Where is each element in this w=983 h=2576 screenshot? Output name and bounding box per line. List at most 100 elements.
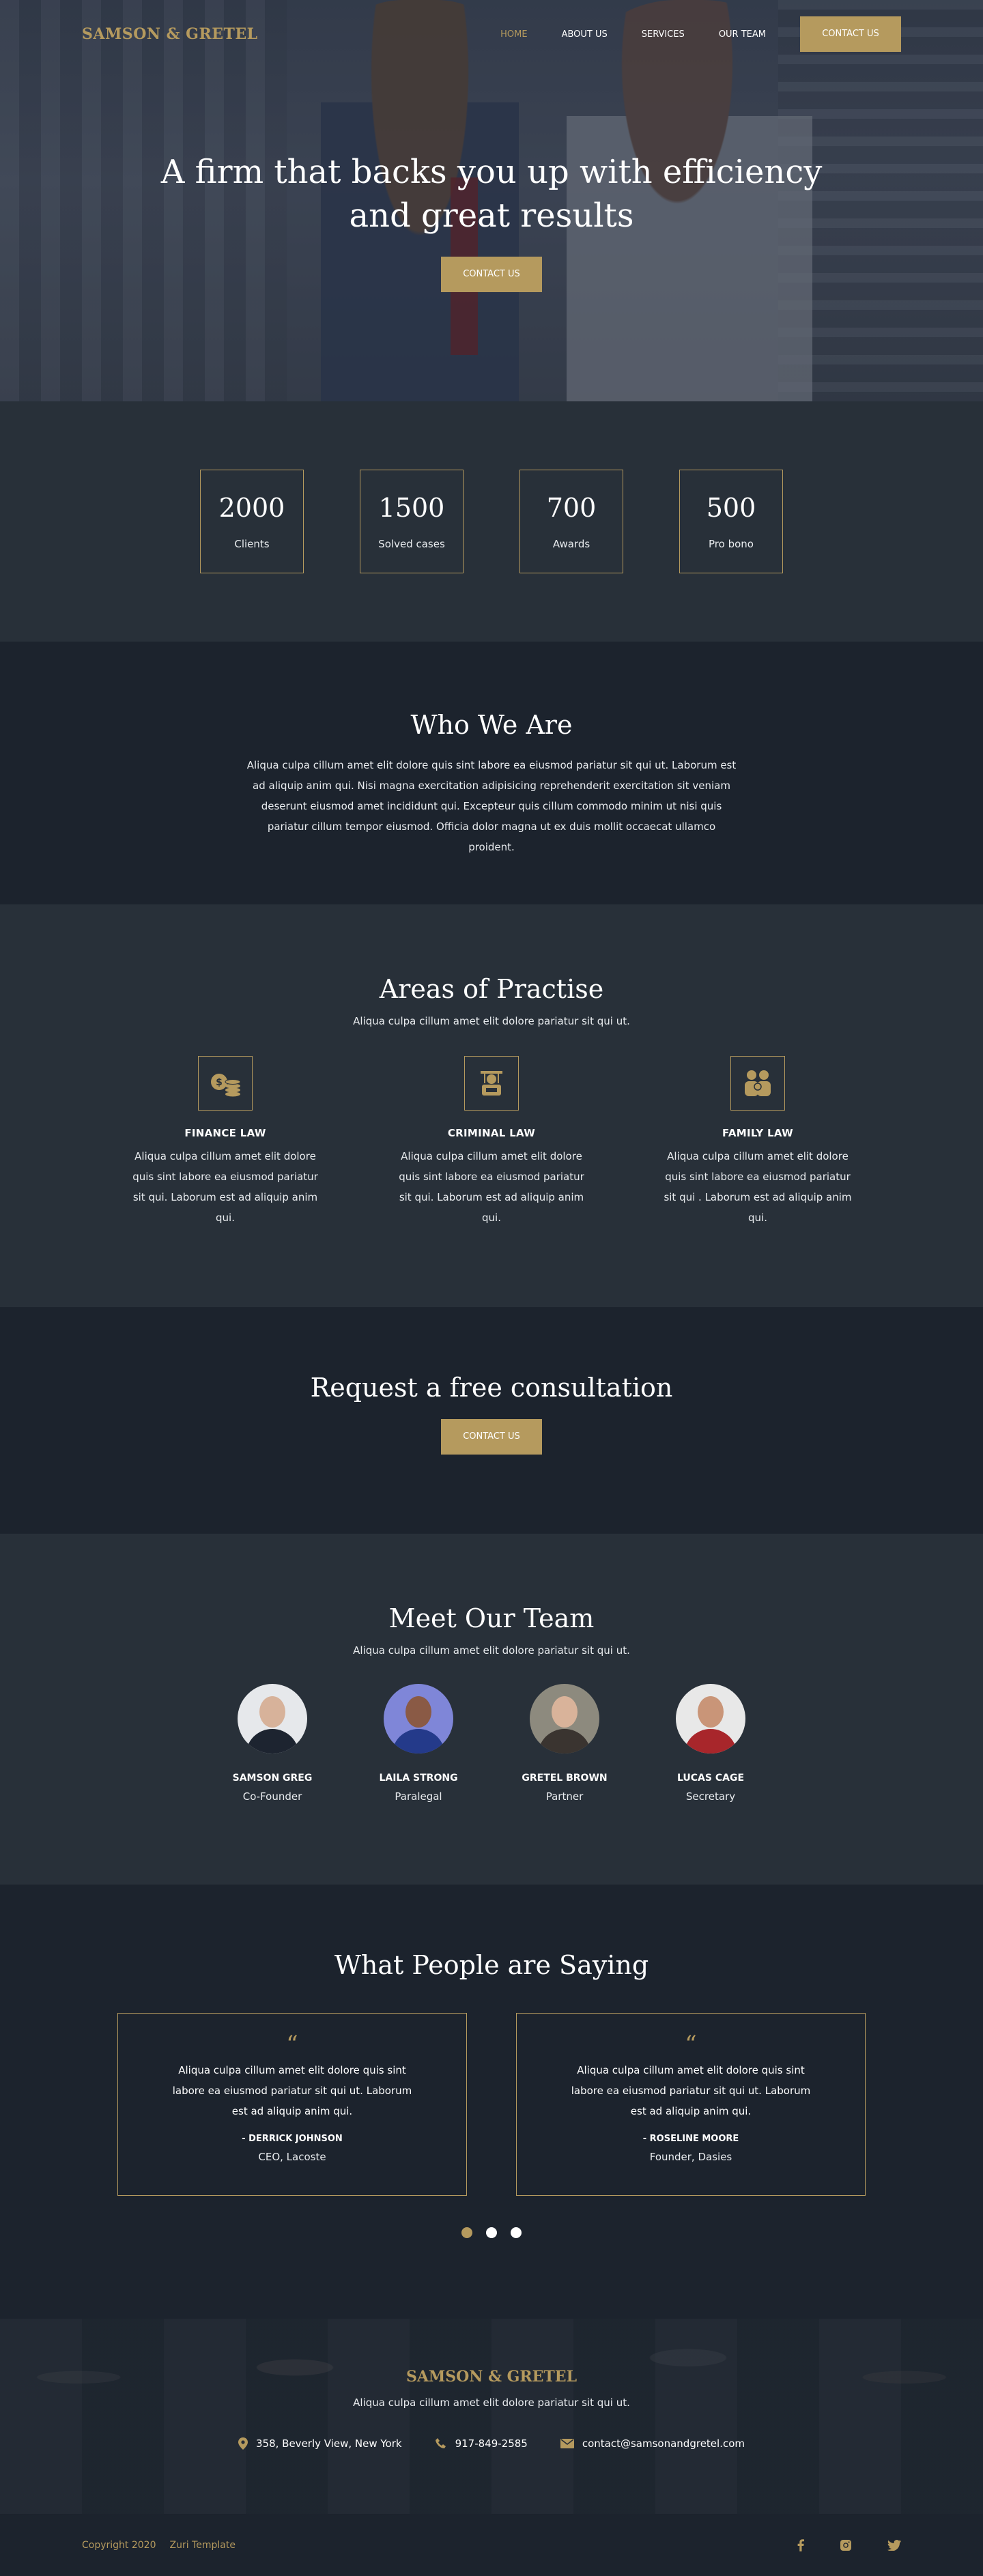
areas-subtitle: Aliqua culpa cillum amet elit dolore par… [353,1015,630,1027]
criminal-icon [464,1056,519,1111]
family-icon [730,1056,785,1111]
who-we-are-text: Aliqua culpa cillum amet elit dolore qui… [246,759,737,853]
testimonials-carousel: “ Aliqua culpa cillum amet elit dolore q… [0,2013,983,2196]
consultation-contact-button[interactable]: CONTACT US [441,1419,542,1455]
who-we-are-section: Who We Are Aliqua culpa cillum amet elit… [0,642,983,904]
carousel-dot-1[interactable] [461,2227,472,2238]
phone-text: 917-849-2585 [455,2437,528,2450]
coins-icon: $ [198,1056,253,1111]
team-grid: SAMSON GREG Co-Founder LAILA STRONG Para… [0,1684,983,1803]
copyright-text: Copyright 2020 [82,2539,156,2551]
instagram-icon[interactable] [840,2539,852,2551]
email-text: contact@samsonandgretel.com [582,2437,745,2450]
template-link[interactable]: Zuri Template [170,2540,236,2551]
stat-label: Awards [552,538,590,550]
testimonial-card: “ Aliqua culpa cillum amet elit dolore q… [516,2013,866,2196]
phone-icon [435,2438,446,2448]
stats-section: 2000 Clients 1500 Solved cases 700 Award… [0,401,983,642]
areas-grid: $ FINANCE LAW Aliqua culpa cillum amet e… [0,1056,983,1228]
member-name: SAMSON GREG [232,1773,313,1784]
carousel-dot-3[interactable] [511,2227,522,2238]
facebook-icon[interactable] [797,2538,804,2551]
nav-item-home[interactable]: HOME [500,29,527,40]
stat-label: Clients [234,538,270,550]
areas-title: Areas of Practise [379,974,604,1004]
footer-section: SAMSON & GRETEL Aliqua culpa cillum amet… [0,2319,983,2514]
testimonial-card: “ Aliqua culpa cillum amet elit dolore q… [117,2013,467,2196]
testimonial-text: Aliqua culpa cillum amet elit dolore qui… [571,2064,811,2117]
hero-contact-button[interactable]: CONTACT US [441,257,542,292]
contact-email[interactable]: contact@samsonandgretel.com [560,2437,745,2450]
footer-tagline: Aliqua culpa cillum amet elit dolore par… [353,2396,630,2409]
hero-content: A firm that backs you up with efficiency… [0,150,983,292]
twitter-icon[interactable] [887,2539,901,2551]
quote-icon: “ [286,2031,298,2058]
testimonial-author-role: CEO, Lacoste [258,2151,326,2163]
stat-value: 700 [546,493,597,523]
avatar [238,1684,307,1754]
testimonials-section: What People are Saying “ Aliqua culpa ci… [0,1885,983,2319]
stat-value: 2000 [218,493,285,523]
testimonials-title: What People are Saying [334,1950,649,1980]
contact-address: 358, Beverly View, New York [238,2437,402,2450]
testimonial-text: Aliqua culpa cillum amet elit dolore qui… [172,2064,412,2117]
member-name: GRETEL BROWN [522,1773,608,1784]
stat-card-awards: 700 Awards [519,470,623,573]
testimonial-author: - ROSELINE MOORE [642,2134,739,2144]
team-member-samson-greg: SAMSON GREG Co-Founder [216,1684,328,1803]
address-text: 358, Beverly View, New York [256,2437,402,2450]
testimonial-author: - DERRICK JOHNSON [242,2134,343,2144]
member-role: Partner [545,1790,584,1803]
avatar [676,1684,745,1754]
member-name: LUCAS CAGE [676,1773,745,1784]
contact-phone[interactable]: 917-849-2585 [435,2437,528,2450]
member-name: LAILA STRONG [379,1773,458,1784]
team-member-lucas-cage: LUCAS CAGE Secretary [655,1684,767,1803]
nav-contact-button[interactable]: CONTACT US [800,16,901,52]
who-we-are-title: Who We Are [410,710,573,740]
stat-label: Solved cases [378,538,445,550]
team-title: Meet Our Team [388,1603,595,1633]
areas-of-practise-section: Areas of Practise Aliqua culpa cillum am… [0,904,983,1307]
stat-value: 500 [706,493,756,523]
testimonial-author-role: Founder, Dasies [649,2151,732,2163]
nav-item-our-team[interactable]: OUR TEAM [719,29,766,40]
area-title: FAMILY LAW [722,1127,793,1139]
stat-card-pro-bono: 500 Pro bono [679,470,783,573]
stat-card-solved-cases: 1500 Solved cases [360,470,464,573]
area-title: FINANCE LAW [184,1127,266,1139]
member-role: Paralegal [395,1790,442,1803]
avatar [530,1684,599,1754]
area-text: Aliqua culpa cillum amet elit dolore qui… [132,1150,318,1224]
footer-logo[interactable]: SAMSON & GRETEL [0,2368,983,2386]
team-section: Meet Our Team Aliqua culpa cillum amet e… [0,1534,983,1885]
nav-links: HOME ABOUT US SERVICES OUR TEAM CONTACT … [466,16,901,52]
nav-item-about-us[interactable]: ABOUT US [562,29,608,40]
location-pin-icon [238,2437,248,2450]
consultation-section: Request a free consultation CONTACT US [0,1307,983,1534]
top-navigation: SAMSON & GRETEL HOME ABOUT US SERVICES O… [0,16,983,52]
consultation-title: Request a free consultation [310,1373,673,1403]
stat-card-clients: 2000 Clients [200,470,304,573]
footer-contacts: 358, Beverly View, New York 917-849-2585… [0,2437,983,2450]
area-card-finance-law: $ FINANCE LAW Aliqua culpa cillum amet e… [126,1056,324,1228]
hero-section: SAMSON & GRETEL HOME ABOUT US SERVICES O… [0,0,983,401]
area-text: Aliqua culpa cillum amet elit dolore qui… [664,1150,852,1224]
area-text: Aliqua culpa cillum amet elit dolore qui… [399,1150,584,1224]
carousel-dots [0,2227,983,2238]
team-subtitle: Aliqua culpa cillum amet elit dolore par… [353,1644,630,1657]
nav-item-services[interactable]: SERVICES [642,29,685,40]
email-icon [560,2439,574,2448]
avatar [384,1684,453,1754]
stat-value: 1500 [378,493,445,523]
social-links [762,2538,901,2551]
team-member-laila-strong: LAILA STRONG Paralegal [362,1684,474,1803]
carousel-dot-2[interactable] [486,2227,497,2238]
svg-text:$: $ [216,1077,223,1088]
member-role: Secretary [685,1790,736,1803]
bottom-bar: Copyright 2020 Zuri Template [0,2514,983,2576]
area-card-criminal-law: CRIMINAL LAW Aliqua culpa cillum amet el… [393,1056,590,1228]
quote-icon: “ [685,2031,697,2058]
team-member-gretel-brown: GRETEL BROWN Partner [509,1684,621,1803]
site-logo[interactable]: SAMSON & GRETEL [82,25,258,43]
